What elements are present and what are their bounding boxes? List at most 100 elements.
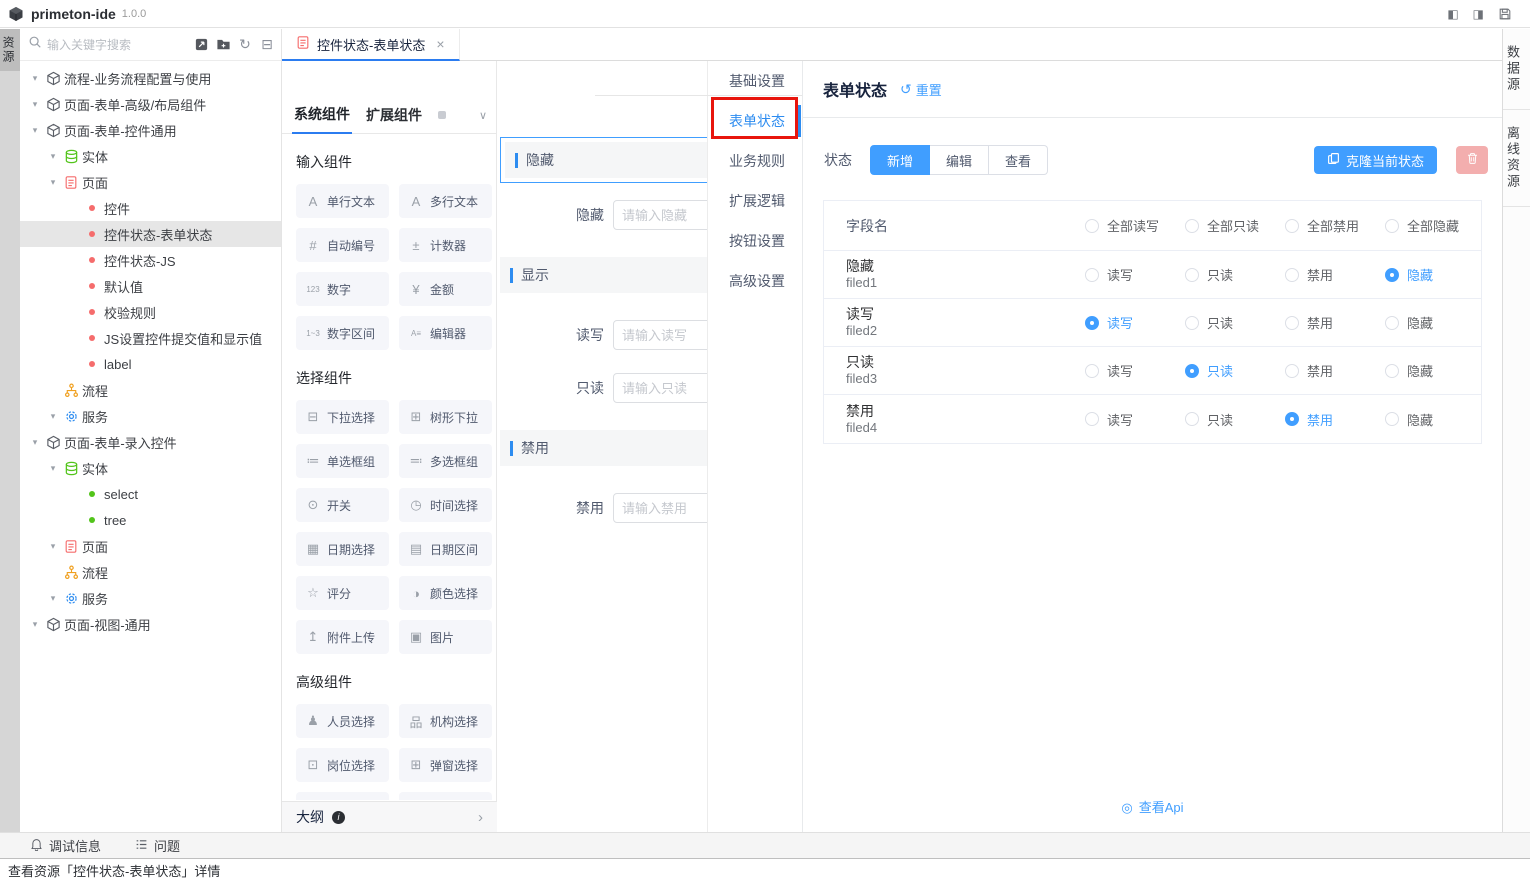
palette-item[interactable]: ☆评分 — [296, 576, 389, 610]
tree-item[interactable]: ▾页面-表单-录入控件 — [20, 429, 281, 455]
palette-item[interactable]: A单行文本 — [296, 184, 389, 218]
palette-item[interactable]: ◷时间选择 — [399, 488, 492, 522]
tree-item[interactable]: ▾实体 — [20, 143, 281, 169]
radio-button[interactable] — [1385, 316, 1399, 330]
palette-item[interactable] — [296, 792, 389, 800]
tab-system-components[interactable]: 系统组件 — [292, 96, 352, 134]
palette-item[interactable]: ▦日期选择 — [296, 532, 389, 566]
tree-item[interactable]: 控件状态-JS — [20, 247, 281, 273]
caret-icon[interactable]: ▾ — [44, 593, 62, 604]
tab-extended-components[interactable]: 扩展组件 — [364, 97, 424, 133]
palette-item[interactable]: A≡编辑器 — [399, 316, 492, 350]
delete-state-button[interactable] — [1456, 146, 1488, 174]
radio-button[interactable] — [1185, 364, 1199, 378]
tree-item[interactable]: ▾服务 — [20, 585, 281, 611]
radio-button[interactable] — [1285, 364, 1299, 378]
tree-item[interactable]: tree — [20, 507, 281, 533]
palette-item[interactable]: ¥金额 — [399, 272, 492, 306]
tree-item[interactable]: 控件 — [20, 195, 281, 221]
new-folder-icon[interactable] — [215, 37, 231, 53]
tree-item[interactable]: ▾页面 — [20, 533, 281, 559]
tree-item[interactable]: ▾页面-表单-高级/布局组件 — [20, 91, 281, 117]
radio-button[interactable] — [1285, 268, 1299, 282]
tree-item[interactable]: 默认值 — [20, 273, 281, 299]
radio-button[interactable] — [1085, 316, 1099, 330]
locate-file-icon[interactable] — [193, 37, 209, 53]
caret-icon[interactable]: ▾ — [26, 619, 44, 630]
caret-icon[interactable]: ▾ — [26, 125, 44, 136]
caret-icon[interactable]: ▾ — [44, 411, 62, 422]
palette-item[interactable]: 1~3数字区间 — [296, 316, 389, 350]
radio-button[interactable] — [1185, 412, 1199, 426]
palette-item[interactable]: ◑颜色选择 — [399, 576, 492, 610]
problems-item[interactable]: 问题 — [135, 836, 180, 855]
palette-item[interactable]: ±计数器 — [399, 228, 492, 262]
view-api-link[interactable]: ◎查看Api — [803, 797, 1502, 816]
radio-button[interactable] — [1085, 412, 1099, 426]
chevron-right-icon[interactable]: › — [478, 809, 483, 826]
tree-item[interactable]: label — [20, 351, 281, 377]
radio-button[interactable] — [1285, 412, 1299, 426]
tree-item[interactable]: ▾实体 — [20, 455, 281, 481]
palette-item[interactable]: ⊙开关 — [296, 488, 389, 522]
tree-item[interactable]: select — [20, 481, 281, 507]
clone-state-button[interactable]: 克隆当前状态 — [1314, 146, 1437, 174]
radio-button[interactable] — [1385, 364, 1399, 378]
caret-icon[interactable]: ▾ — [44, 463, 62, 474]
tree-item[interactable]: JS设置控件提交值和显示值 — [20, 325, 281, 351]
settings-menu-item[interactable]: 高级设置 — [708, 261, 802, 301]
settings-menu-item[interactable]: 扩展逻辑 — [708, 181, 802, 221]
debug-info-item[interactable]: 调试信息 — [30, 836, 101, 855]
caret-icon[interactable]: ▾ — [44, 177, 62, 188]
radio-button[interactable] — [1185, 268, 1199, 282]
state-option-button[interactable]: 查看 — [989, 145, 1048, 175]
radio-button[interactable] — [1085, 364, 1099, 378]
palette-item[interactable]: ⊞树形下拉 — [399, 400, 492, 434]
radio-button[interactable] — [1185, 316, 1199, 330]
radio-button[interactable] — [1085, 268, 1099, 282]
search-input[interactable] — [47, 38, 189, 52]
radio-button[interactable] — [1385, 412, 1399, 426]
tree-item[interactable]: ▾流程-业务流程配置与使用 — [20, 65, 281, 91]
tree-item[interactable]: 校验规则 — [20, 299, 281, 325]
palette-item[interactable]: ⊟下拉选择 — [296, 400, 389, 434]
tree-item[interactable]: 流程 — [20, 377, 281, 403]
palette-item[interactable]: ≔单选框组 — [296, 444, 389, 478]
collapse-left-icon[interactable]: ◧ — [1447, 7, 1458, 21]
outline-bar[interactable]: 大纲 i › — [282, 801, 497, 832]
radio-button[interactable] — [1185, 219, 1199, 233]
tree-item[interactable]: 流程 — [20, 559, 281, 585]
palette-item[interactable]: ⊞弹窗选择 — [399, 748, 492, 782]
state-option-button[interactable]: 新增 — [870, 145, 930, 175]
palette-item[interactable]: #自动编号 — [296, 228, 389, 262]
settings-menu-item[interactable]: 业务规则 — [708, 141, 802, 181]
editor-tab[interactable]: 控件状态-表单状态 × — [282, 29, 460, 61]
tree-item[interactable]: ▾页面-视图-通用 — [20, 611, 281, 637]
resources-panel-tab[interactable]: 资源 — [0, 29, 20, 71]
tree-item[interactable]: ▾服务 — [20, 403, 281, 429]
radio-button[interactable] — [1385, 268, 1399, 282]
settings-menu-item[interactable]: 按钮设置 — [708, 221, 802, 261]
tree-item[interactable]: ▾页面-表单-控件通用 — [20, 117, 281, 143]
state-option-button[interactable]: 编辑 — [930, 145, 989, 175]
right-panel-tab[interactable]: 离线资源 — [1503, 110, 1530, 207]
caret-icon[interactable]: ▾ — [26, 73, 44, 84]
right-panel-tab[interactable]: 数据源 — [1503, 29, 1530, 110]
palette-item[interactable] — [399, 792, 492, 800]
palette-item[interactable]: ▣图片 — [399, 620, 492, 654]
reset-link[interactable]: ↺ 重置 — [900, 80, 942, 99]
palette-item[interactable]: ▤日期区间 — [399, 532, 492, 566]
radio-button[interactable] — [1085, 219, 1099, 233]
palette-item[interactable]: 123数字 — [296, 272, 389, 306]
palette-item[interactable]: ≕多选框组 — [399, 444, 492, 478]
tree-item[interactable]: 控件状态-表单状态 — [20, 221, 281, 247]
chevron-down-icon[interactable]: ∨ — [479, 109, 487, 122]
palette-item[interactable]: A多行文本 — [399, 184, 492, 218]
caret-icon[interactable]: ▾ — [44, 541, 62, 552]
collapse-right-icon[interactable]: ◨ — [1473, 7, 1484, 21]
close-icon[interactable]: × — [436, 36, 444, 52]
palette-item[interactable]: 品机构选择 — [399, 704, 492, 738]
palette-item[interactable]: ♟人员选择 — [296, 704, 389, 738]
radio-button[interactable] — [1285, 219, 1299, 233]
refresh-icon[interactable]: ↻ — [237, 37, 253, 53]
